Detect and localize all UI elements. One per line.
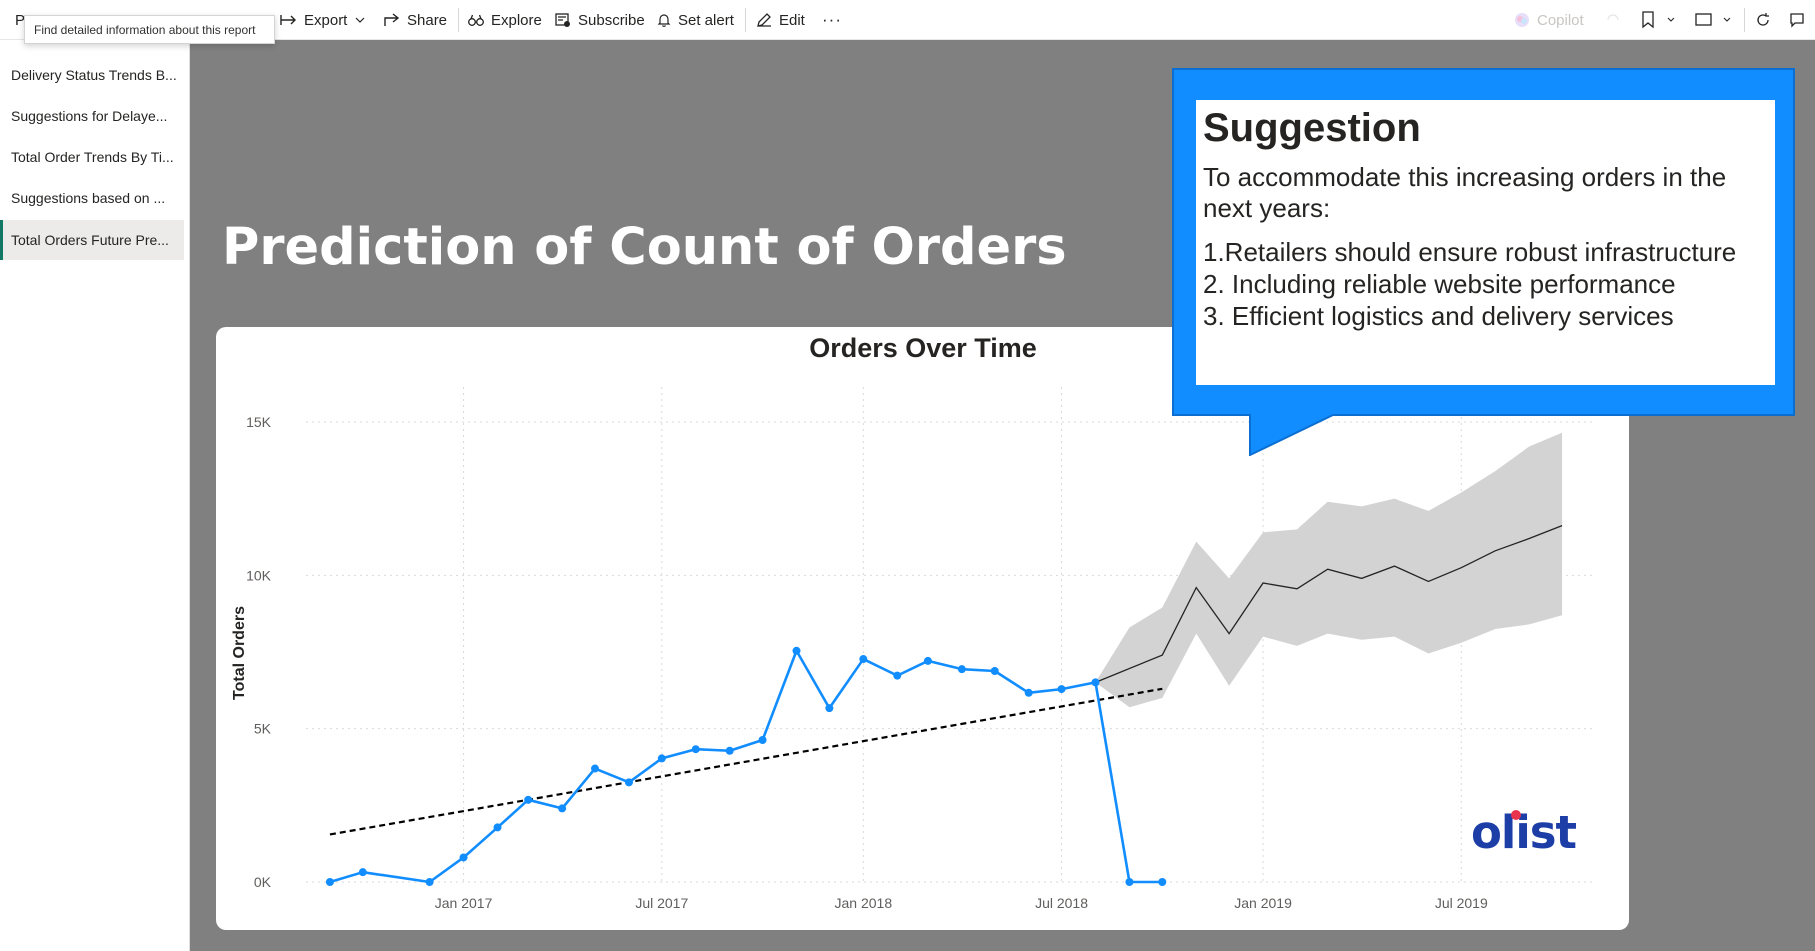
olist-logo-dot bbox=[1511, 810, 1521, 820]
axis-layer: 0K 5K 10K 15K Jan 2017 Jul 2017 Jan 2018 Jul 20… bbox=[246, 414, 1488, 911]
chart-title: Orders Over Time bbox=[809, 333, 1037, 363]
callout-intro: To accommodate this increasing orders in… bbox=[1203, 162, 1727, 223]
comment-icon bbox=[1790, 13, 1804, 28]
data-point bbox=[1057, 685, 1066, 694]
callout-title: Suggestion bbox=[1203, 106, 1421, 150]
suggestion-callout: Suggestion To accommodate this increasin… bbox=[1196, 100, 1775, 385]
bell-icon bbox=[657, 14, 671, 27]
copilot-icon bbox=[1515, 13, 1529, 27]
y-tick-label: 15K bbox=[246, 414, 272, 430]
comment-button[interactable] bbox=[1789, 0, 1811, 40]
subscribe-icon bbox=[555, 13, 570, 27]
view-button[interactable] bbox=[1695, 0, 1739, 40]
data-point bbox=[425, 878, 434, 886]
page-title: Prediction of Count of Orders bbox=[222, 218, 1067, 277]
data-point bbox=[1091, 678, 1100, 687]
x-tick-label: Jul 2018 bbox=[1035, 895, 1088, 911]
page-tab-suggestions-delayed[interactable]: Suggestions for Delaye... bbox=[0, 96, 184, 136]
data-point bbox=[792, 646, 801, 655]
share-icon bbox=[384, 13, 400, 26]
copilot-label: Copilot bbox=[1537, 11, 1584, 29]
x-tick-label: Jan 2017 bbox=[435, 895, 493, 911]
olist-logo: olist bbox=[1471, 806, 1577, 859]
set-alert-label: Set alert bbox=[678, 11, 734, 29]
y-axis-label: Total Orders bbox=[231, 606, 248, 700]
page-tab-total-orders-future-prediction[interactable]: Total Orders Future Pre... bbox=[0, 220, 184, 260]
toolbar-divider bbox=[458, 8, 459, 32]
x-tick-label: Jul 2019 bbox=[1435, 895, 1488, 911]
data-point bbox=[725, 746, 734, 755]
data-point bbox=[325, 878, 334, 886]
refresh-disabled-button[interactable] bbox=[1605, 0, 1627, 40]
page-tab-delivery-status-trends[interactable]: Delivery Status Trends B... bbox=[0, 55, 184, 95]
x-tick-label: Jul 2017 bbox=[635, 895, 688, 911]
pencil-icon bbox=[757, 13, 771, 27]
toolbar-divider bbox=[1744, 8, 1745, 32]
page-tab-total-order-trends[interactable]: Total Order Trends By Ti... bbox=[0, 137, 184, 177]
binoculars-icon bbox=[468, 14, 484, 26]
callout-item: 3. Efficient logistics and delivery serv… bbox=[1203, 301, 1674, 331]
x-tick-label: Jan 2019 bbox=[1234, 895, 1292, 911]
callout-item: 2. Including reliable website performanc… bbox=[1203, 269, 1676, 299]
data-point bbox=[1125, 878, 1134, 886]
bookmark-icon bbox=[1642, 11, 1654, 29]
sync-icon bbox=[1607, 14, 1619, 21]
data-point bbox=[758, 736, 767, 745]
y-tick-label: 10K bbox=[246, 567, 272, 583]
data-point bbox=[624, 778, 633, 787]
more-options-button[interactable]: ··· bbox=[822, 0, 842, 40]
data-point bbox=[358, 868, 367, 877]
data-point bbox=[1024, 688, 1033, 697]
y-tick-label: 0K bbox=[254, 874, 272, 890]
data-point bbox=[691, 745, 700, 754]
data-point bbox=[558, 804, 567, 813]
data-point bbox=[524, 795, 533, 804]
chevron-down-icon bbox=[1667, 17, 1675, 22]
x-tick-label: Jan 2018 bbox=[835, 895, 893, 911]
subscribe-label: Subscribe bbox=[578, 11, 645, 29]
y-tick-label: 5K bbox=[254, 721, 272, 737]
refresh-icon bbox=[1757, 13, 1769, 26]
actual-orders-line bbox=[329, 649, 1163, 884]
data-point bbox=[990, 667, 999, 676]
data-point bbox=[657, 754, 666, 763]
page-tab-suggestions-based-on[interactable]: Suggestions based on ... bbox=[0, 178, 184, 218]
explore-button[interactable]: Explore bbox=[467, 0, 542, 40]
data-point bbox=[859, 655, 868, 664]
chevron-down-icon bbox=[355, 17, 365, 23]
data-point bbox=[825, 704, 834, 713]
export-icon bbox=[280, 15, 296, 25]
subscribe-button[interactable]: Subscribe bbox=[554, 0, 645, 40]
bookmark-button[interactable] bbox=[1641, 0, 1683, 40]
toolbar-divider bbox=[745, 8, 746, 32]
refresh-button[interactable] bbox=[1755, 0, 1777, 40]
data-point bbox=[459, 853, 468, 862]
edit-label: Edit bbox=[779, 11, 805, 29]
report-info-tooltip: Find detailed information about this rep… bbox=[24, 15, 275, 44]
copilot-button[interactable]: Copilot bbox=[1513, 0, 1584, 40]
data-point bbox=[493, 823, 502, 832]
chevron-down-icon bbox=[1723, 17, 1731, 22]
data-point bbox=[590, 764, 599, 773]
export-button[interactable]: Export bbox=[280, 0, 373, 40]
pages-sidebar: Delivery Status Trends B... Suggestions … bbox=[0, 40, 190, 951]
data-point bbox=[957, 665, 966, 674]
set-alert-button[interactable]: Set alert bbox=[656, 0, 734, 40]
data-point bbox=[1158, 878, 1167, 886]
data-point bbox=[893, 671, 902, 680]
window-icon bbox=[1695, 13, 1712, 26]
callout-item: 1.Retailers should ensure robust infrast… bbox=[1203, 237, 1737, 267]
data-point bbox=[923, 656, 932, 665]
share-label: Share bbox=[407, 11, 448, 29]
edit-button[interactable]: Edit bbox=[755, 0, 805, 40]
explore-label: Explore bbox=[491, 11, 542, 29]
share-button[interactable]: Share bbox=[383, 0, 447, 40]
trend-line bbox=[329, 687, 1163, 836]
export-label: Export bbox=[304, 11, 348, 29]
